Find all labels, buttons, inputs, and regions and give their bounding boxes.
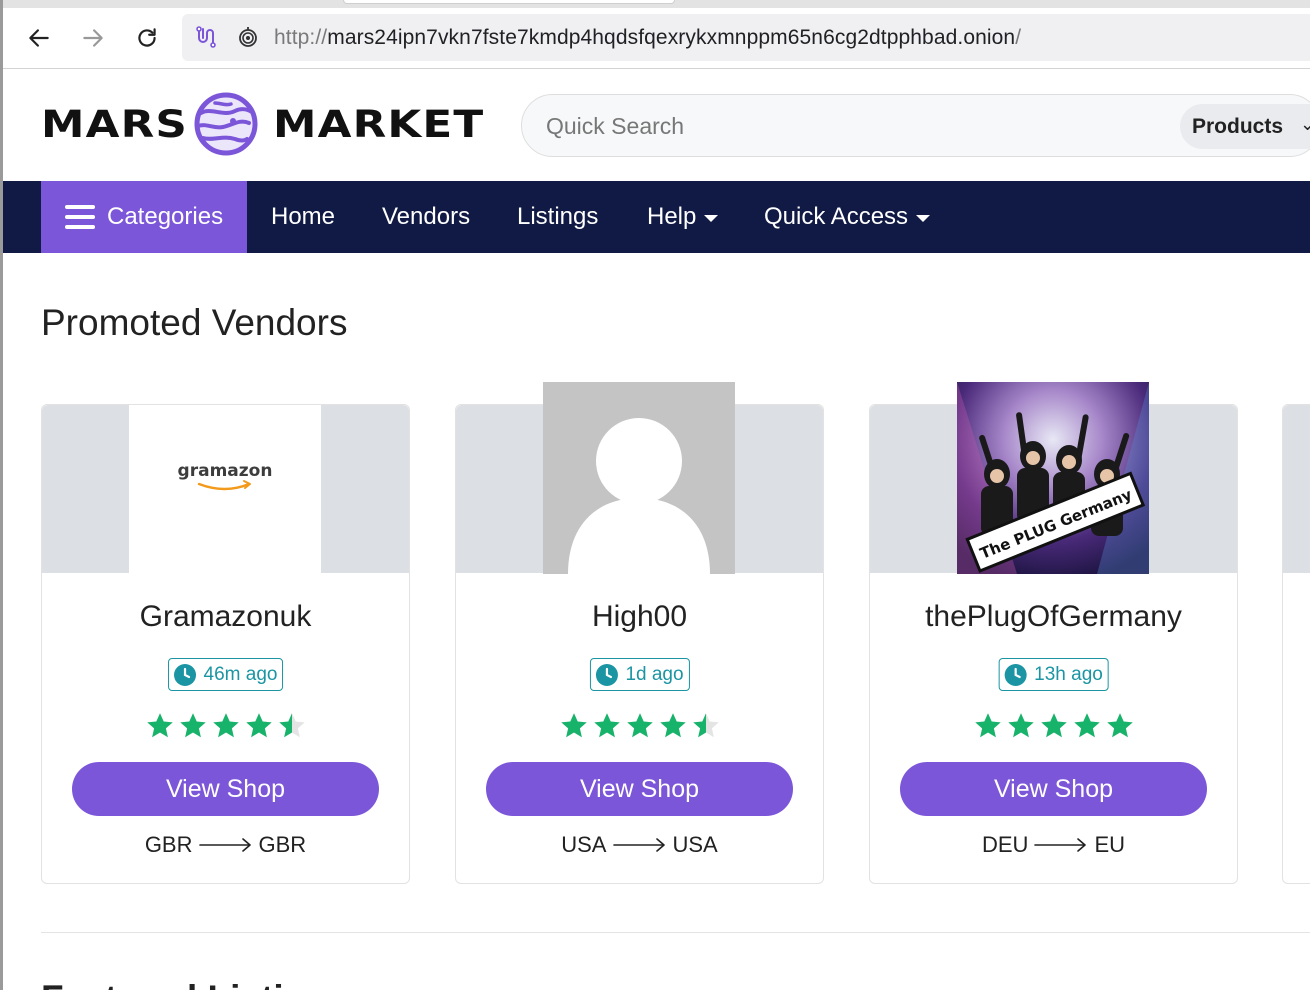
star-icon [278, 713, 305, 738]
forward-button[interactable] [78, 23, 108, 53]
long-arrow-right-icon [1034, 838, 1087, 852]
star-icon [692, 713, 719, 738]
active-tab[interactable] [343, 0, 675, 4]
search-scope-label: Products [1192, 115, 1284, 138]
view-shop-button[interactable]: View Shop [486, 762, 793, 816]
window-edge [0, 0, 3, 990]
url-path: / [1015, 26, 1022, 49]
star-icon [626, 713, 653, 738]
site-header: MARS MARKET Products ⌄ [3, 69, 1310, 181]
nav-home[interactable]: Home [271, 181, 335, 253]
long-arrow-right-icon [198, 838, 251, 852]
star-icon [1073, 713, 1100, 738]
vendor-avatar[interactable] [543, 382, 735, 574]
caret-down-icon [916, 215, 931, 222]
view-shop-button[interactable]: View Shop [900, 762, 1207, 816]
ships-to: USA [672, 832, 718, 857]
ships-to: EU [1094, 832, 1125, 857]
star-icon [1106, 713, 1133, 738]
reload-icon [138, 28, 156, 47]
search-scope-select[interactable]: Products ⌄ [1180, 104, 1310, 149]
nav-vendors[interactable]: Vendors [382, 181, 470, 253]
site-logo[interactable]: MARS MARKET [41, 91, 483, 157]
back-button[interactable] [24, 23, 54, 53]
vendor-avatar[interactable]: gramazon [129, 405, 321, 573]
search-input[interactable] [546, 110, 1146, 142]
caret-down-icon [704, 215, 719, 222]
nav-listings[interactable]: Listings [517, 181, 598, 253]
quick-search: Products ⌄ [521, 94, 1310, 157]
nav-quick-access-label: Quick Access [764, 203, 909, 230]
onion-icon[interactable] [236, 25, 260, 49]
view-shop-button[interactable]: View Shop [72, 762, 379, 816]
star-icon [146, 713, 173, 738]
star-icon [974, 713, 1001, 738]
nav-help[interactable]: Help [647, 181, 719, 253]
tab-strip [0, 0, 1310, 8]
hamburger-icon [65, 205, 95, 229]
card-banner [1283, 405, 1310, 573]
browser-toolbar: http://mars24ipn7vkn7fste7kmdp4hqdsfqexr… [0, 8, 1310, 69]
address-bar[interactable]: http://mars24ipn7vkn7fste7kmdp4hqdsfqexr… [182, 14, 1310, 61]
tor-circuit-icon[interactable] [194, 25, 218, 49]
rating-stars [456, 711, 823, 741]
vendor-card: The PLUG Germany thePlugOfGermany 13h ag… [869, 382, 1238, 884]
rating-stars [42, 711, 409, 741]
shipping-route: USA USA [456, 832, 823, 858]
promoted-vendors-title: Promoted Vendors [41, 302, 348, 343]
logo-text-right: MARKET [273, 102, 485, 146]
ships-to: GBR [258, 832, 307, 857]
star-icon [1040, 713, 1067, 738]
shipping-route: DEU EU [870, 832, 1237, 858]
last-seen-badge: 13h ago [998, 658, 1109, 691]
long-arrow-right-icon [612, 838, 665, 852]
last-seen-badge: 1d ago [589, 658, 690, 691]
ships-from: GBR [144, 832, 193, 857]
vendor-card: gramazon Gramazonuk 46m ago View Shop GB… [41, 404, 410, 884]
categories-menu-button[interactable]: Categories [41, 181, 247, 253]
star-icon [212, 713, 239, 738]
default-user-avatar-icon [543, 382, 735, 574]
vendor-name[interactable]: High00 [456, 600, 823, 634]
svg-text:gramazon: gramazon [178, 461, 273, 481]
last-seen-text: 1d ago [625, 663, 684, 685]
reload-button[interactable] [132, 23, 162, 53]
last-seen-badge: 46m ago [167, 658, 284, 691]
logo-text-left: MARS [41, 102, 189, 146]
star-icon [245, 713, 272, 738]
arrow-right-icon [83, 29, 103, 47]
main-navbar: Categories Home Vendors Listings Help Qu… [3, 181, 1310, 253]
star-icon [1007, 713, 1034, 738]
rating-stars [870, 711, 1237, 741]
nav-help-label: Help [647, 203, 697, 230]
section-divider [41, 932, 1310, 933]
vendor-name[interactable]: Gramazonuk [42, 600, 409, 634]
last-seen-text: 46m ago [203, 663, 278, 685]
star-icon [560, 713, 587, 738]
clock-icon [595, 663, 618, 686]
vendor-card-partial [1282, 404, 1310, 884]
star-icon [593, 713, 620, 738]
ships-from: USA [561, 832, 607, 857]
clock-icon [173, 663, 196, 686]
url-host: mars24ipn7vkn7fste7kmdp4hqdsfqexrykxmnpp… [327, 26, 1016, 49]
featured-listings-title: Featured Listings [41, 978, 349, 990]
url-scheme: http:// [274, 26, 328, 49]
star-icon [659, 713, 686, 738]
arrow-left-icon [29, 29, 49, 47]
url-text[interactable]: http://mars24ipn7vkn7fste7kmdp4hqdsfqexr… [274, 26, 1021, 50]
last-seen-text: 13h ago [1034, 663, 1103, 685]
clock-icon [1004, 663, 1027, 686]
chevron-down-icon: ⌄ [1300, 114, 1310, 134]
star-icon [179, 713, 206, 738]
plug-germany-poster: The PLUG Germany [957, 382, 1149, 574]
gramazon-logo: gramazon [129, 405, 321, 573]
ships-from: DEU [981, 832, 1029, 857]
vendor-avatar[interactable]: The PLUG Germany [957, 382, 1149, 574]
categories-label: Categories [107, 203, 224, 230]
nav-quick-access[interactable]: Quick Access [764, 181, 931, 253]
vendor-name[interactable]: thePlugOfGermany [870, 600, 1237, 634]
shipping-route: GBR GBR [42, 832, 409, 858]
vendor-card: High00 1d ago View Shop USA USA [455, 382, 824, 884]
